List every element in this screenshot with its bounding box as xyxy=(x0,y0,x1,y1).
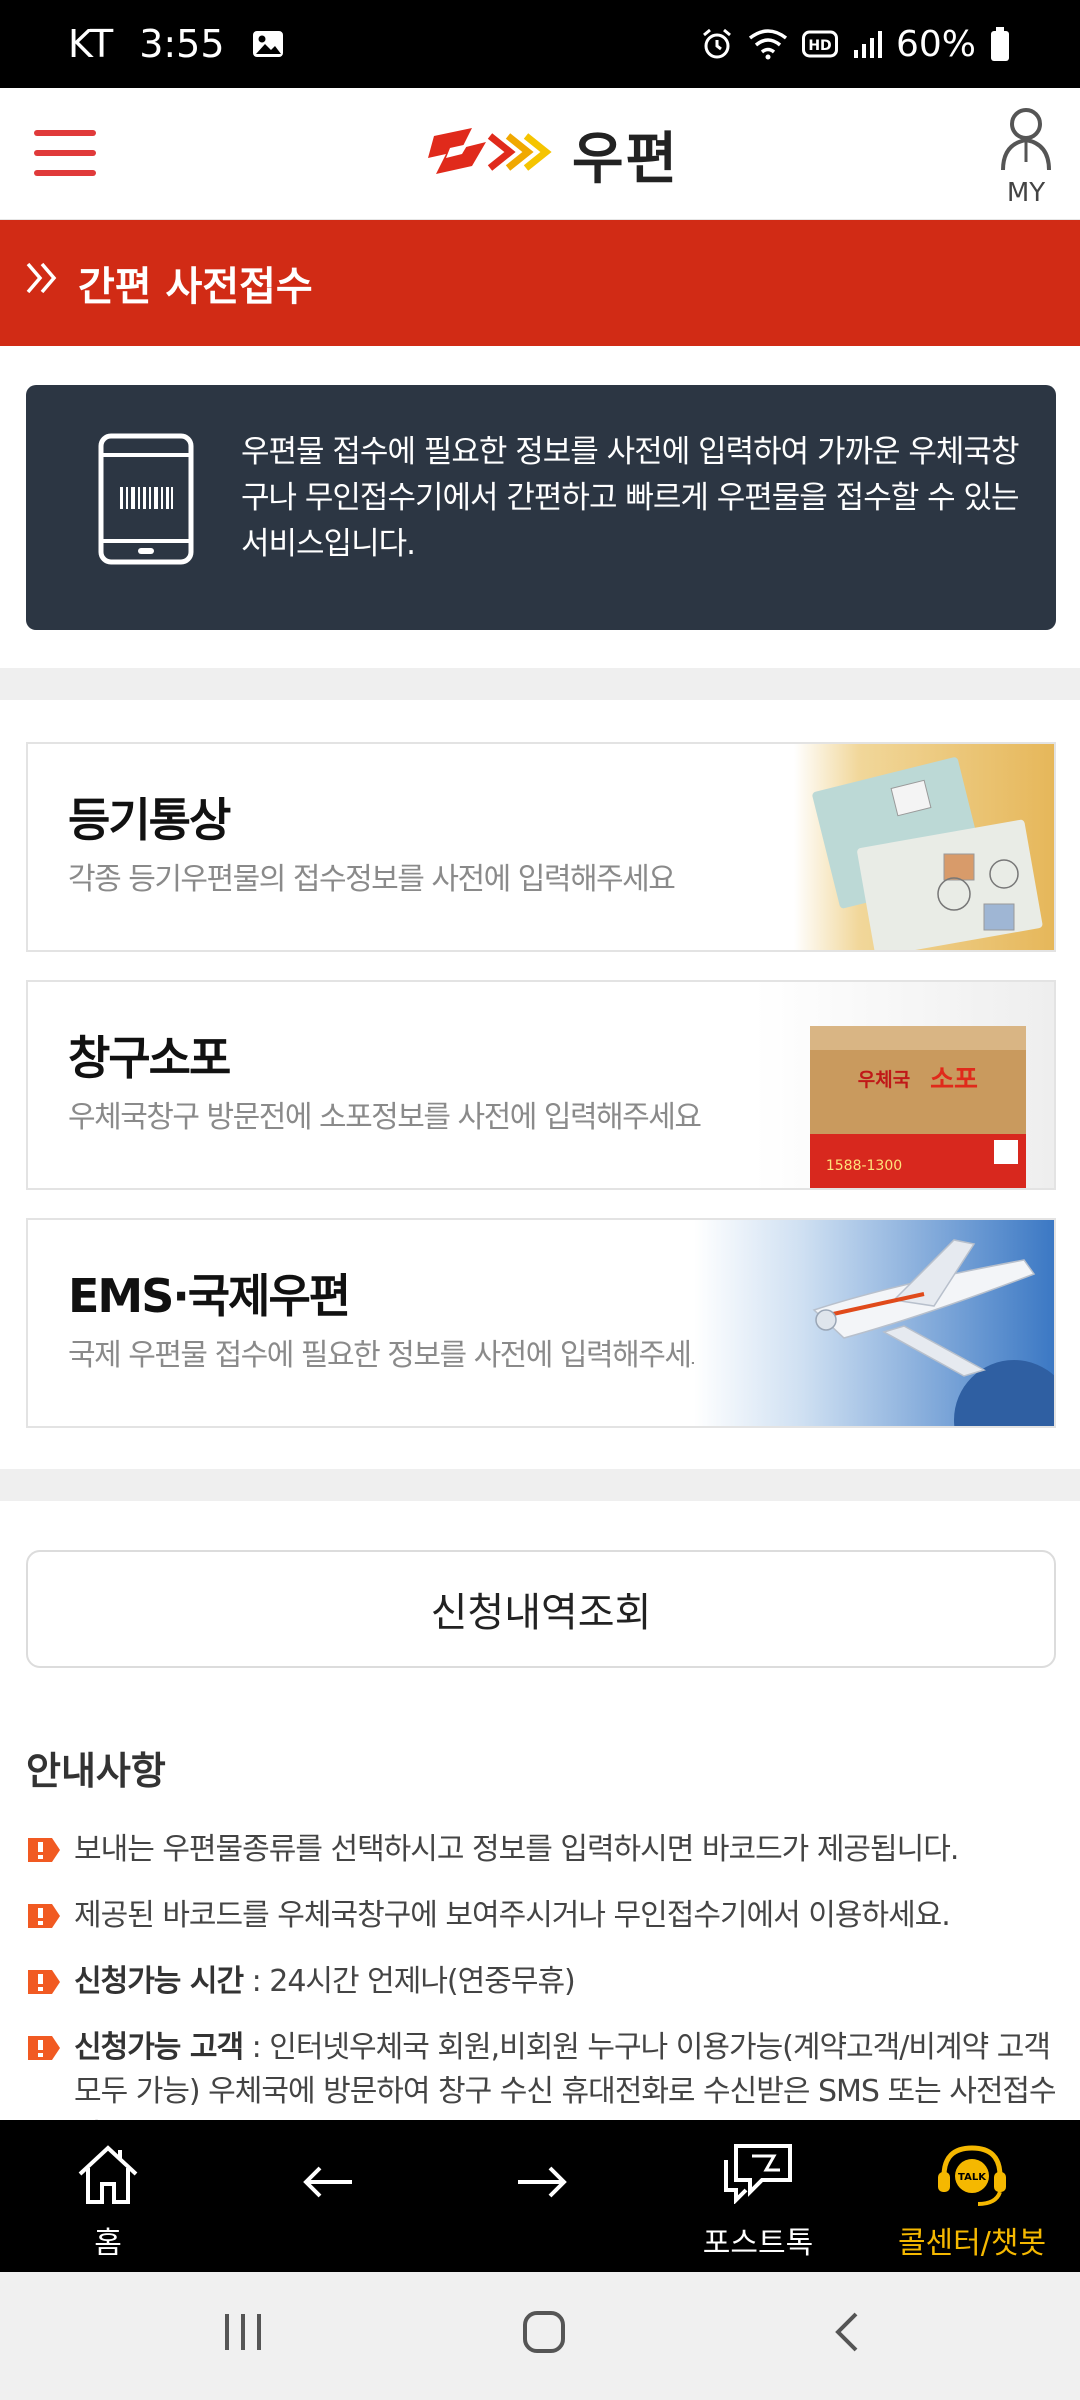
clock: 3:55 xyxy=(139,22,225,66)
headset-talk-icon: TALK xyxy=(934,2142,1010,2212)
svg-text:1588-1300: 1588-1300 xyxy=(826,1158,902,1174)
back-chevron-icon[interactable] xyxy=(832,2310,862,2358)
notice-bullet-icon xyxy=(28,1904,60,1928)
section-divider xyxy=(0,668,1080,700)
tablet-barcode-icon xyxy=(98,433,194,569)
nav-callcenter[interactable]: TALK 콜센터/챗봇 xyxy=(872,2120,1072,2272)
recent-apps-icon[interactable] xyxy=(222,2310,264,2358)
notice-label: 신청가능 고객 xyxy=(74,2030,244,2065)
nav-posttalk-label: 포스트톡 xyxy=(702,2226,814,2261)
service-intro-box: 우편물 접수에 필요한 정보를 사전에 입력하여 가까운 우체국창구나 무인접수… xyxy=(26,385,1056,630)
notice-bullet-icon xyxy=(28,1838,60,1862)
service-card-parcel[interactable]: 창구소포 우체국창구 방문전에 소포정보를 사전에 입력해주세요 우체국 소포 … xyxy=(26,980,1056,1190)
carrier-label: KT xyxy=(68,22,114,66)
card-description: 우체국창구 방문전에 소포정보를 사전에 입력해주세요 xyxy=(68,1100,702,1135)
page-title: 간편 사전접수 xyxy=(78,264,313,310)
arrow-left-icon xyxy=(300,2164,356,2204)
section-divider xyxy=(0,1469,1080,1501)
service-card-ems-international[interactable]: EMS·국제우편 국제 우편물 접수에 필요한 정보를 사전에 입력해주세요 xyxy=(26,1218,1056,1428)
logo-text: 우편 xyxy=(572,126,680,192)
svg-text:우체국: 우체국 xyxy=(858,1069,910,1091)
notice-text: : 24시간 언제나(연중무휴) xyxy=(243,1964,576,1999)
app-header: 우편 MY xyxy=(0,88,1080,220)
double-chevron-icon xyxy=(24,258,64,309)
application-history-button[interactable]: 신청내역조회 xyxy=(26,1550,1056,1668)
notice-bullet-icon xyxy=(28,2036,60,2060)
gallery-icon xyxy=(251,29,285,59)
post-logo-icon xyxy=(428,122,552,186)
svg-text:소포: 소포 xyxy=(930,1065,978,1095)
my-button[interactable]: MY xyxy=(994,106,1058,208)
page-title-bar: 간편 사전접수 xyxy=(0,220,1080,346)
notice-text: 보내는 우편물종류를 선택하시고 정보를 입력하시면 바코드가 제공됩니다. xyxy=(74,1832,959,1867)
home-circle-icon[interactable] xyxy=(522,2310,566,2358)
nav-callcenter-label: 콜센터/챗봇 xyxy=(897,2226,1047,2261)
hd-icon: HD xyxy=(801,29,838,59)
notice-title: 안내사항 xyxy=(26,1749,166,1793)
bottom-app-nav: 홈 포스트톡 TALK 콜센터/챗봇 xyxy=(0,2120,1080,2272)
card-title: EMS·국제우편 xyxy=(68,1269,351,1323)
nav-home-label: 홈 xyxy=(94,2226,122,2261)
user-icon xyxy=(999,108,1053,176)
alarm-icon xyxy=(700,27,734,61)
posttalk-chat-icon xyxy=(718,2142,798,2208)
arrow-right-icon xyxy=(514,2164,570,2204)
nav-posttalk[interactable]: 포스트톡 xyxy=(658,2120,858,2272)
status-bar: KT 3:55 HD 60% xyxy=(0,0,1080,88)
card-title: 등기통상 xyxy=(68,793,231,847)
my-label: MY xyxy=(1006,178,1046,208)
svg-text:HD: HD xyxy=(808,38,831,54)
system-nav-bar xyxy=(0,2272,1080,2400)
intro-text: 우편물 접수에 필요한 정보를 사전에 입력하여 가까운 우체국창구나 무인접수… xyxy=(241,434,1020,562)
battery-percent: 60% xyxy=(895,23,976,65)
card-description: 국제 우편물 접수에 필요한 정보를 사전에 입력해주세요 xyxy=(68,1338,718,1373)
hamburger-icon[interactable] xyxy=(34,128,98,180)
card-title: 창구소포 xyxy=(68,1031,231,1085)
notice-text: 제공된 바코드를 우체국창구에 보여주시거나 무인접수기에서 이용하세요. xyxy=(74,1898,951,1933)
home-icon xyxy=(74,2142,142,2210)
airplane-image xyxy=(694,1220,1054,1426)
notice-item: 제공된 바코드를 우체국창구에 보여주시거나 무인접수기에서 이용하세요. xyxy=(26,1894,1056,1938)
notice-bullet-icon xyxy=(28,1970,60,1994)
nav-back[interactable] xyxy=(228,2120,428,2272)
nav-home[interactable]: 홈 xyxy=(8,2120,208,2272)
service-card-registered-mail[interactable]: 등기통상 각종 등기우편물의 접수정보를 사전에 입력해주세요 xyxy=(26,742,1056,952)
notice-item: 보내는 우편물종류를 선택하시고 정보를 입력하시면 바코드가 제공됩니다. xyxy=(26,1828,1056,1872)
post-logo[interactable]: 우편 xyxy=(428,116,679,192)
battery-icon xyxy=(990,27,1010,61)
notice-label: 신청가능 시간 xyxy=(74,1964,244,1999)
stamped-envelopes-image xyxy=(794,744,1054,950)
parcel-box-image: 우체국 소포 1588-1300 xyxy=(754,982,1054,1188)
nav-forward[interactable] xyxy=(442,2120,642,2272)
talk-badge-text: TALK xyxy=(958,2172,987,2183)
wifi-icon xyxy=(748,28,788,60)
notice-item: 신청가능 시간 : 24시간 언제나(연중무휴) xyxy=(26,1960,1056,2004)
signal-icon xyxy=(852,30,882,58)
card-description: 각종 등기우편물의 접수정보를 사전에 입력해주세요 xyxy=(68,862,676,897)
